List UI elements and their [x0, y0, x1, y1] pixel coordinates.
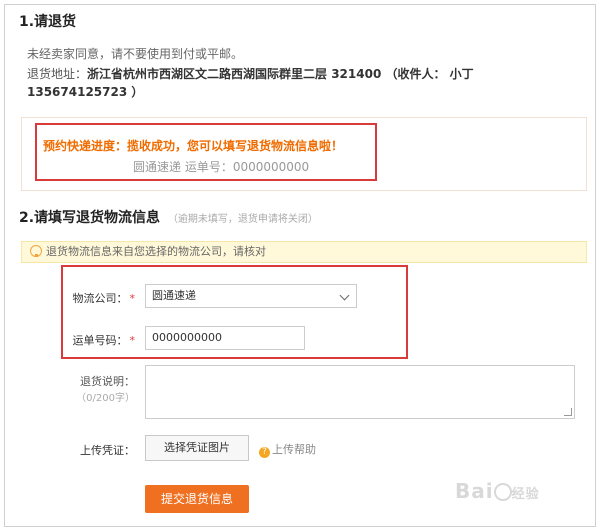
hint-bar: 退货物流信息来自您选择的物流公司，请核对	[21, 241, 587, 263]
section2-title: 2.请填写退货物流信息	[19, 210, 161, 226]
tracking-input-value: 0000000000	[152, 331, 222, 344]
submit-return-button[interactable]: 提交退货信息	[145, 485, 249, 513]
address-value: 浙江省杭州市西湖区文二路西湖国际群里二层 321400 （收件人： 小丁	[87, 67, 474, 81]
company-label-text: 物流公司：	[72, 292, 128, 305]
return-notice: 未经卖家同意，请不要使用到付或平邮。	[27, 47, 244, 61]
choose-image-button[interactable]: 选择凭证图片	[145, 435, 249, 461]
required-mark: *	[129, 292, 136, 305]
progress-detail: 圆通速递 运单号：0000000000	[133, 160, 310, 174]
company-select-value: 圆通速递	[152, 289, 196, 302]
paw-icon	[493, 483, 512, 501]
address-label: 退货地址：	[27, 67, 88, 81]
section2-subtitle: （逾期未填写，退货申请将关闭）	[167, 214, 318, 225]
watermark-suffix: 经验	[511, 487, 540, 502]
company-label: 物流公司： *	[65, 290, 136, 306]
tracking-label: 运单号码： *	[65, 332, 136, 348]
upload-help-text: 上传帮助	[272, 443, 316, 456]
lightbulb-icon	[30, 245, 42, 257]
tracking-label-text: 运单号码：	[72, 334, 128, 347]
desc-label: 退货说明：	[80, 375, 135, 388]
desc-counter: （0/200字）	[76, 393, 135, 404]
help-icon: ?	[259, 447, 270, 458]
watermark-text: Bai	[455, 479, 494, 503]
tracking-input[interactable]: 0000000000	[145, 326, 305, 350]
baidu-watermark: Bai 经验	[455, 479, 540, 503]
hint-text: 退货物流信息来自您选择的物流公司，请核对	[46, 245, 266, 258]
return-address: 退货地址：浙江省杭州市西湖区文二路西湖国际群里二层 321400 （收件人： 小…	[27, 65, 587, 101]
resize-grip-icon[interactable]	[564, 408, 572, 416]
section2-header: 2.请填写退货物流信息 （逾期未填写，退货申请将关闭）	[19, 207, 318, 227]
chevron-down-icon	[339, 290, 350, 301]
page-frame: 1.请退货 未经卖家同意，请不要使用到付或平邮。 退货地址：浙江省杭州市西湖区文…	[4, 4, 596, 527]
company-select[interactable]: 圆通速递	[145, 284, 357, 308]
upload-label: 上传凭证：	[80, 444, 135, 457]
section1-title: 1.请退货	[19, 14, 77, 30]
upload-help-link[interactable]: ? 上传帮助	[259, 441, 316, 458]
required-mark: *	[129, 334, 136, 347]
desc-textarea[interactable]	[145, 365, 575, 419]
progress-title: 预约快递进度：揽收成功，您可以填写退货物流信息啦！	[43, 139, 344, 153]
address-phone: 135674125723 ）	[27, 85, 144, 99]
